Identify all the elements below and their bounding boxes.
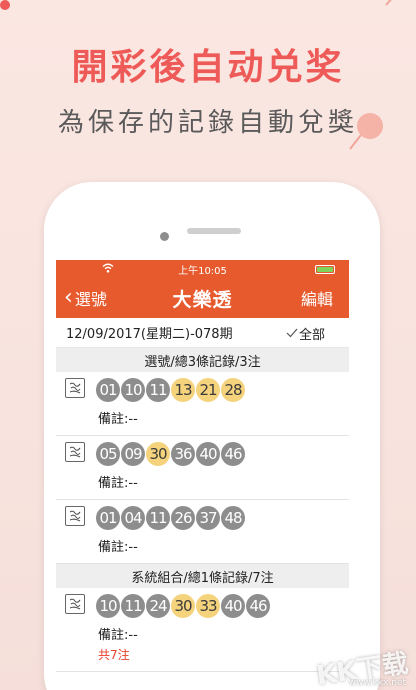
battery-icon xyxy=(315,265,335,274)
records-list: 選號/總3條記錄/3注 01 10 11 13 21 28 備註:-- 05 09 30 36 40 46… xyxy=(56,348,349,672)
number-ball: 40 xyxy=(221,594,245,618)
lottery-ticket-icon xyxy=(65,378,85,398)
number-ball: 40 xyxy=(196,442,220,466)
winning-number-ball: 30 xyxy=(146,442,170,466)
chevron-left-icon: ‹ xyxy=(64,285,73,310)
record-row[interactable]: 10 11 24 30 33 40 46 備註:-- 共7注 xyxy=(56,588,349,672)
number-ball: 10 xyxy=(96,594,120,618)
record-note: 備註:-- xyxy=(98,628,138,643)
record-note: 備註:-- xyxy=(98,476,138,491)
status-bar: 上午10:05 xyxy=(56,260,349,278)
number-ball: 46 xyxy=(221,442,245,466)
front-camera xyxy=(160,232,169,241)
number-ball: 46 xyxy=(246,594,270,618)
app-screen: 上午10:05 ‹ 選號 大樂透 編輯 12/09/2017(星期二)-078期… xyxy=(56,260,349,690)
section-header: 系統組合/總1條記錄/7注 xyxy=(56,564,349,588)
number-ball: 11 xyxy=(146,378,170,402)
number-balls: 01 04 11 26 37 48 xyxy=(96,506,246,530)
winning-number-ball: 28 xyxy=(221,378,245,402)
promo-headline: 開彩後自动兑奖 xyxy=(71,47,345,88)
number-ball: 09 xyxy=(121,442,145,466)
watermark-url: www.kkx.net xyxy=(348,678,407,688)
number-ball: 11 xyxy=(121,594,145,618)
bet-count: 共7注 xyxy=(98,648,130,662)
number-ball: 04 xyxy=(121,506,145,530)
filter-label: 全部 xyxy=(298,327,325,343)
draw-info-row: 12/09/2017(星期二)-078期 全部 xyxy=(56,318,349,348)
draw-label: 12/09/2017(星期二)-078期 xyxy=(66,327,233,342)
number-ball: 01 xyxy=(96,506,120,530)
page-title: 大樂透 xyxy=(172,288,233,311)
record-row[interactable]: 01 04 11 26 37 48 備註:-- xyxy=(56,500,349,564)
decor-line xyxy=(385,0,416,6)
check-icon xyxy=(286,328,298,338)
edit-button[interactable]: 編輯 xyxy=(301,278,333,318)
winning-number-ball: 30 xyxy=(171,594,195,618)
record-row[interactable]: 01 10 11 13 21 28 備註:-- xyxy=(56,372,349,436)
filter-all-button[interactable]: 全部 xyxy=(286,318,325,348)
winning-number-ball: 13 xyxy=(171,378,195,402)
number-ball: 10 xyxy=(121,378,145,402)
winning-number-ball: 33 xyxy=(196,594,220,618)
number-ball: 01 xyxy=(96,378,120,402)
lottery-ticket-icon xyxy=(65,594,85,614)
lottery-ticket-icon xyxy=(65,506,85,526)
record-note: 備註:-- xyxy=(98,540,138,555)
wifi-icon xyxy=(102,263,114,273)
status-time: 上午10:05 xyxy=(178,265,227,277)
number-ball: 48 xyxy=(221,506,245,530)
back-label: 選號 xyxy=(74,290,107,309)
speaker-grille xyxy=(187,228,241,234)
section-header: 選號/總3條記錄/3注 xyxy=(56,348,349,372)
number-ball: 26 xyxy=(171,506,195,530)
back-button[interactable]: ‹ 選號 xyxy=(64,278,107,318)
lottery-ticket-icon xyxy=(65,442,85,462)
record-row[interactable]: 05 09 30 36 40 46 備註:-- xyxy=(56,436,349,500)
nav-bar: ‹ 選號 大樂透 編輯 xyxy=(56,278,349,318)
number-ball: 11 xyxy=(146,506,170,530)
promo-subline: 為保存的記錄自動兌獎 xyxy=(57,108,358,138)
record-note: 備註:-- xyxy=(98,412,138,427)
number-balls: 05 09 30 36 40 46 xyxy=(96,442,246,466)
decor-dot xyxy=(0,0,10,10)
number-ball: 36 xyxy=(171,442,195,466)
number-ball: 05 xyxy=(96,442,120,466)
number-balls: 01 10 11 13 21 28 xyxy=(96,378,246,402)
number-ball: 24 xyxy=(146,594,170,618)
winning-number-ball: 21 xyxy=(196,378,220,402)
number-balls: 10 11 24 30 33 40 46 xyxy=(96,594,271,618)
number-ball: 37 xyxy=(196,506,220,530)
